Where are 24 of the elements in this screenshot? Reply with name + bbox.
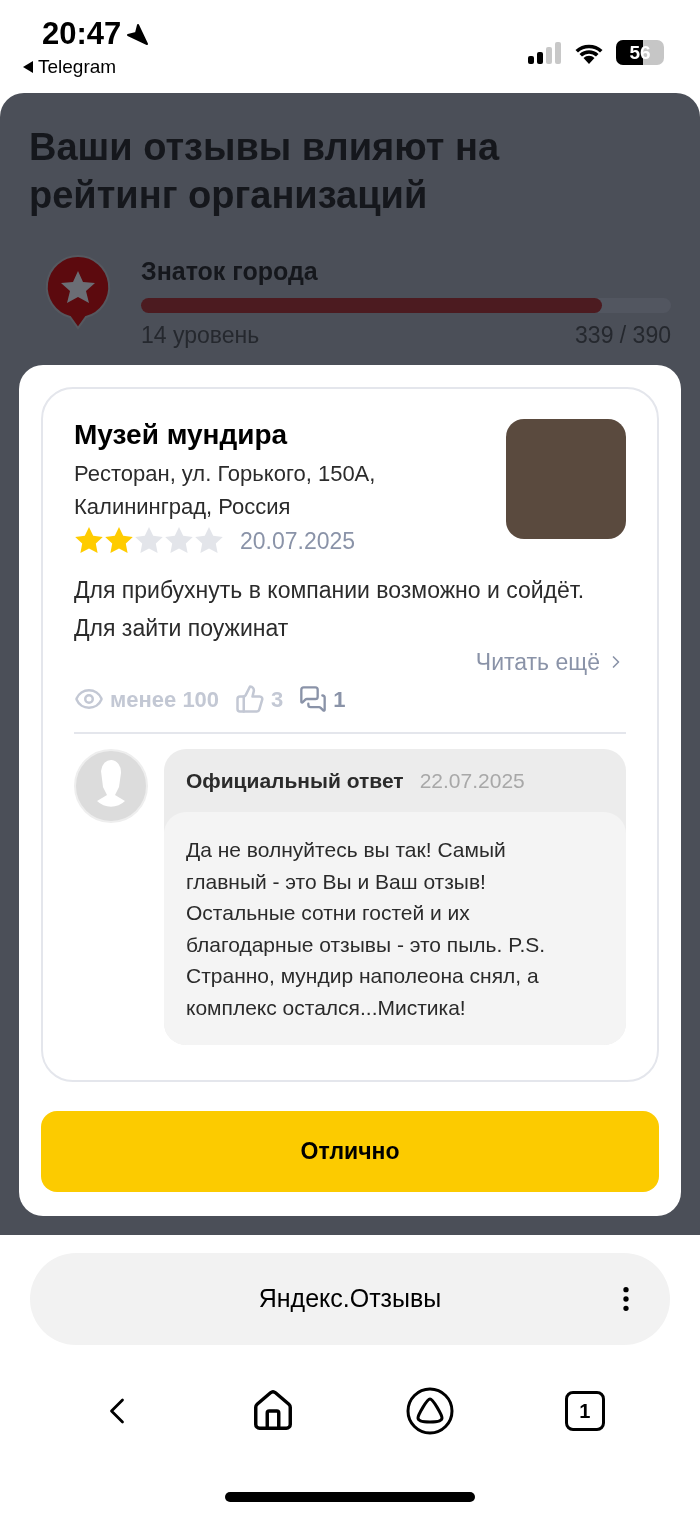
review-text: Для прибухнуть в компании возможно и сойдёт. Для зайти поужинат <box>74 575 586 643</box>
avatar-silhouette-icon <box>74 748 148 823</box>
confirm-button[interactable]: Отлично <box>41 1111 659 1192</box>
badge-title: Знаток города <box>141 256 319 286</box>
voice-assistant-icon[interactable] <box>406 1387 455 1435</box>
cellular-signal-icon <box>528 41 562 64</box>
location-arrow-icon <box>125 21 150 46</box>
comments-count: 1 <box>333 685 346 714</box>
address-bar[interactable]: Яндекс.Отзывы <box>30 1253 670 1345</box>
place-name: Музей мундира <box>74 418 289 452</box>
thumbs-up-icon[interactable] <box>235 684 266 714</box>
back-triangle-icon <box>22 60 34 73</box>
likes-count: 3 <box>271 685 284 714</box>
back-app-link[interactable]: Telegram <box>38 57 117 76</box>
status-time: 20:47 <box>42 18 122 49</box>
reply-text: Да не волнуйтесь вы так! Самый главный - это Вы и Ваш отзыв! Остальные сотни гостей и их благодарные отзывы - это пыль. P.S. Странно, мундир наполеона снял, а комплекс остался...Мистика! <box>186 837 547 1021</box>
review-date: 20.07.2025 <box>240 527 356 556</box>
comments-icon[interactable] <box>299 685 328 713</box>
page-title: Ваши отзывы влияют на рейтинг организаций <box>29 125 501 218</box>
place-address: Ресторан, ул. Горького, 150А, Калининград, Россия <box>74 460 377 521</box>
views-count: менее 100 <box>110 685 220 714</box>
tabs-counter[interactable]: 1 <box>564 1391 605 1431</box>
reply-author: Официальный ответ <box>186 767 404 794</box>
reply-date: 22.07.2025 <box>419 767 525 794</box>
